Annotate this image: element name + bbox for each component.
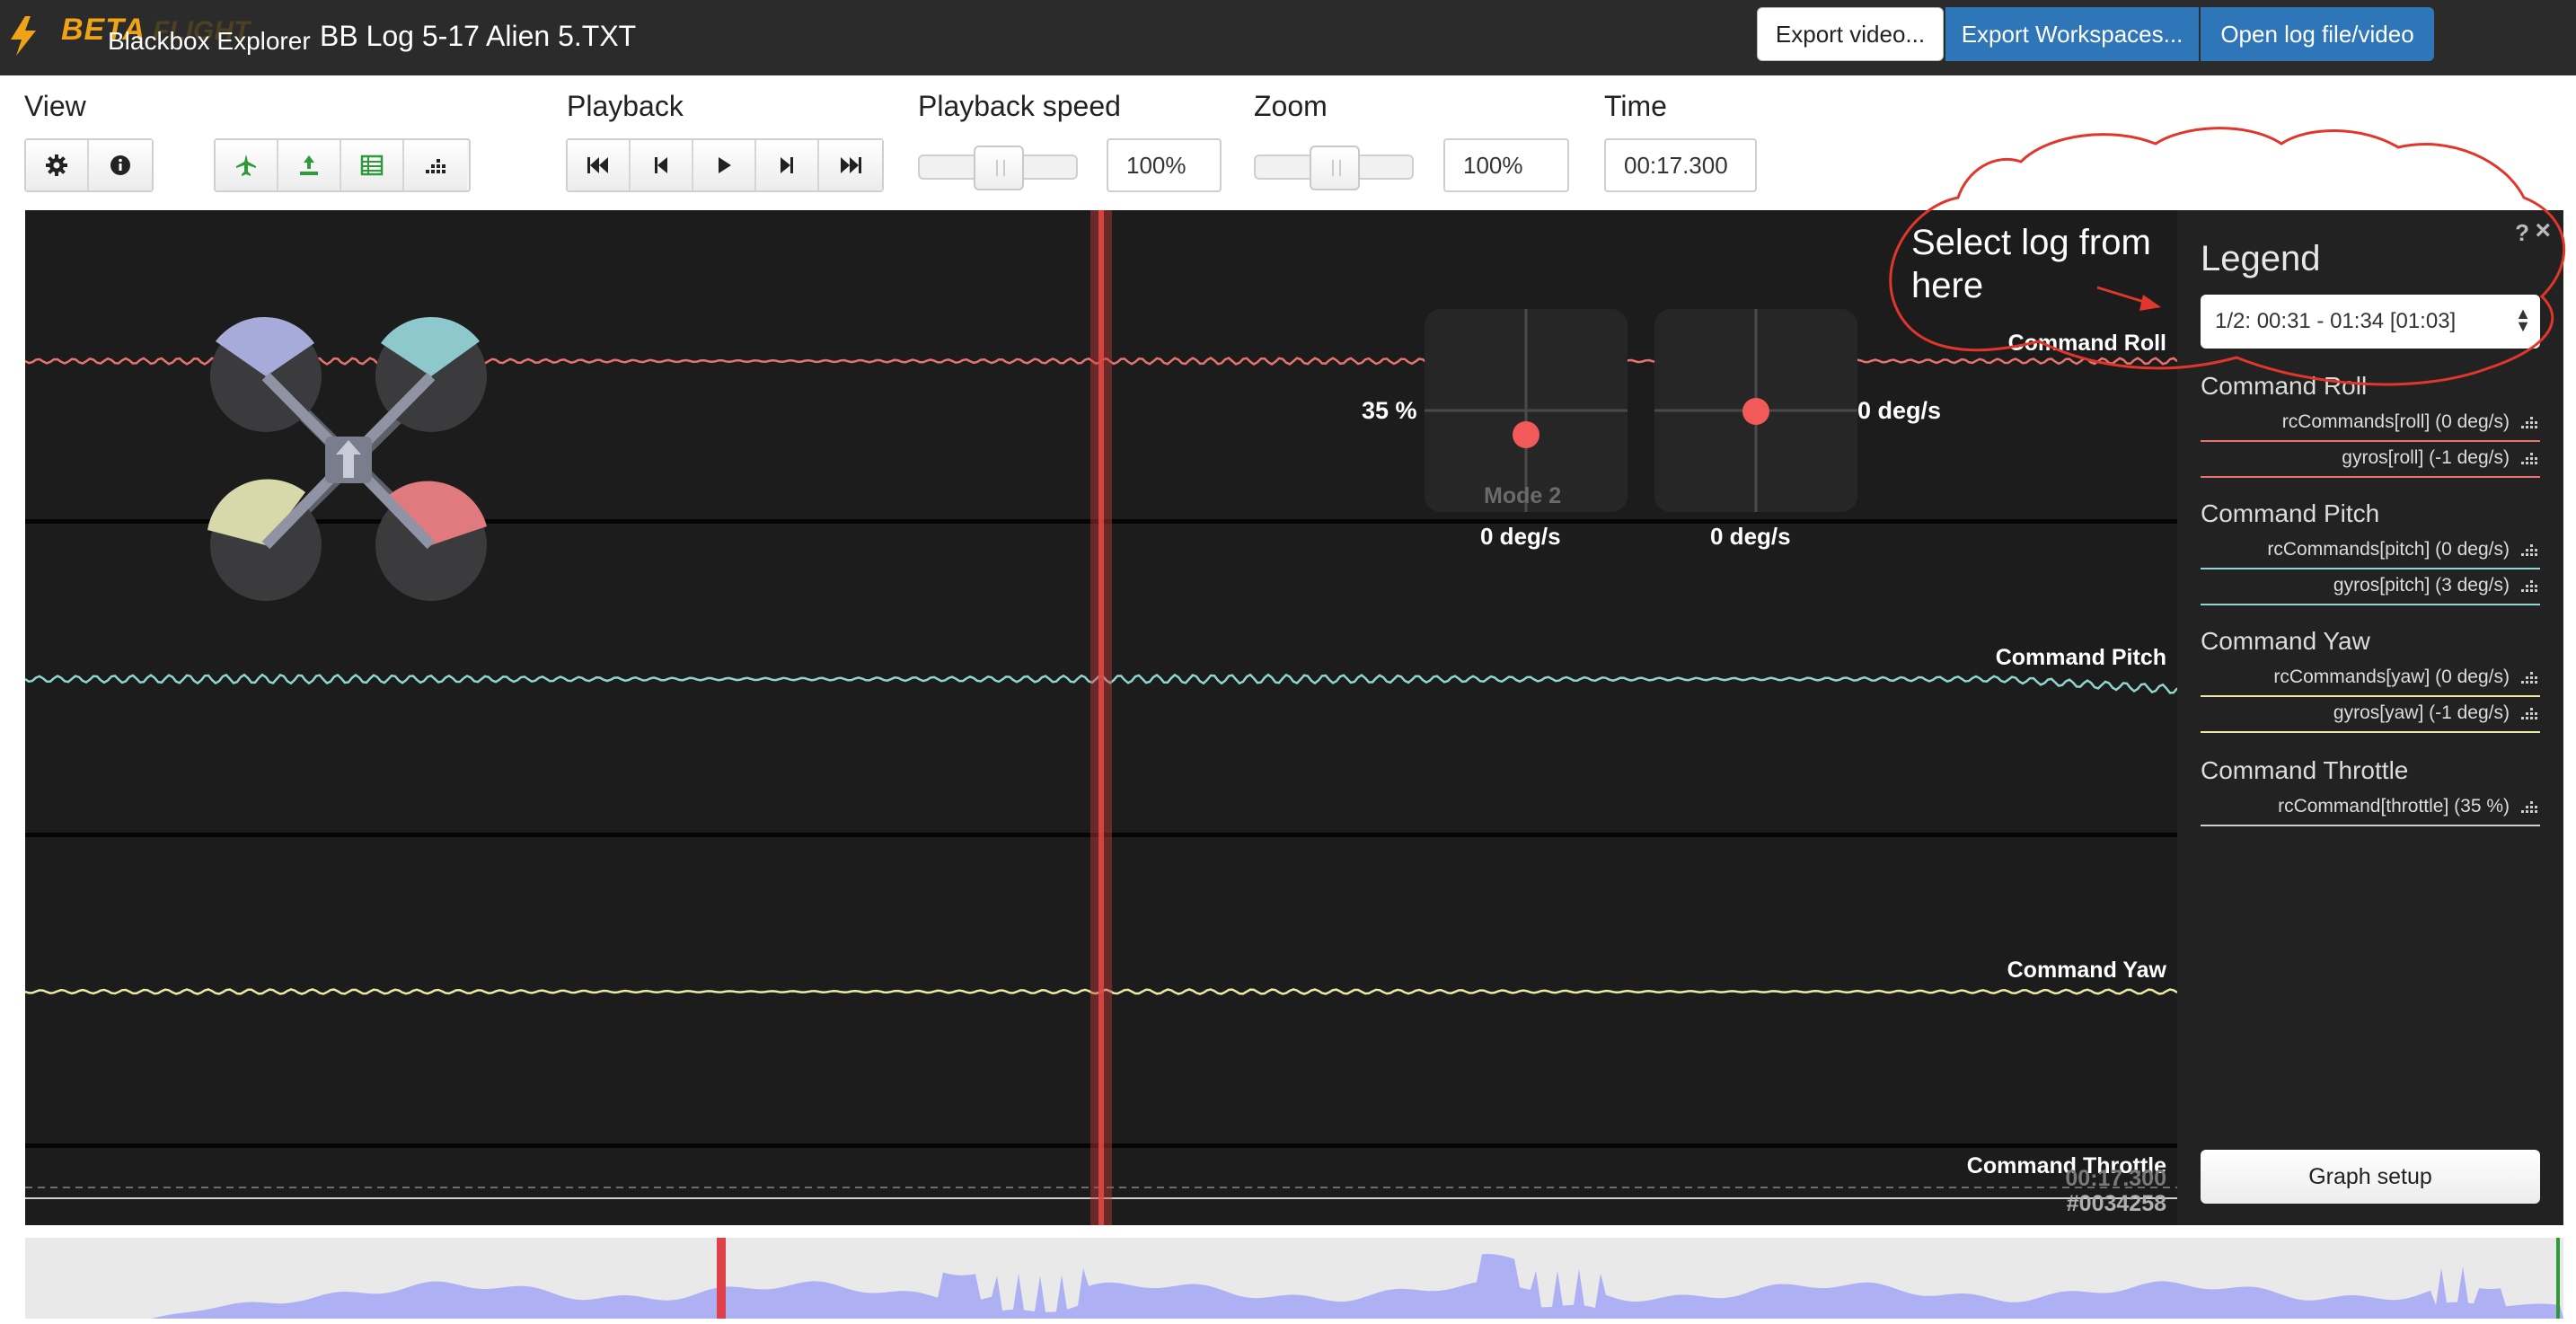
export-workspaces-button[interactable]: Export Workspaces... <box>1945 7 2199 61</box>
graph-frame-overlay: #0034258 <box>2066 1191 2166 1216</box>
time-label: Time <box>1604 90 1667 122</box>
step-back-icon <box>655 157 667 173</box>
legend-item[interactable]: rcCommands[pitch] (0 deg/s) <box>2201 534 2540 569</box>
playback-speed-label: Playback speed <box>918 90 1121 122</box>
legend-item[interactable]: gyros[pitch] (3 deg/s) <box>2201 569 2540 605</box>
zoom-label: Zoom <box>1254 90 1328 122</box>
play-button[interactable] <box>693 140 756 190</box>
quad-craft-diagram <box>207 316 487 601</box>
graph-plot <box>25 210 2177 1225</box>
annotation-text: Select log from here <box>1911 223 2151 305</box>
upload-icon <box>300 155 318 175</box>
open-log-button[interactable]: Open log file/video <box>2201 7 2434 61</box>
timeline-cursor[interactable] <box>717 1238 726 1319</box>
table-icon <box>360 154 384 176</box>
info-button[interactable] <box>89 140 152 190</box>
legend-item-label: rcCommands[roll] (0 deg/s) <box>2281 411 2510 432</box>
export-video-button[interactable]: Export video... <box>1757 7 1944 61</box>
analyser-icon[interactable] <box>2520 577 2538 595</box>
graph-setup-button[interactable]: Graph setup <box>2201 1150 2540 1204</box>
graph-label-pitch: Command Pitch <box>1995 645 2166 670</box>
legend-item[interactable]: rcCommand[throttle] (35 %) <box>2201 790 2540 826</box>
left-stick-box <box>1425 309 1628 512</box>
betaflight-logo-icon <box>11 16 36 56</box>
legend-group-throttle[interactable]: Command Throttle <box>2201 756 2408 785</box>
graph-label-yaw: Command Yaw <box>2007 958 2166 983</box>
craft-toggle-button[interactable] <box>216 140 278 190</box>
sticks-toggle-button[interactable] <box>278 140 341 190</box>
legend-item[interactable]: rcCommands[yaw] (0 deg/s) <box>2201 661 2540 697</box>
step-forward-icon <box>781 157 793 173</box>
playback-speed-slider[interactable] <box>918 146 1078 190</box>
left-stick-yaw-label: 0 deg/s <box>1480 523 1561 550</box>
info-icon <box>110 155 130 175</box>
zoom-slider-handle[interactable] <box>1310 146 1360 190</box>
top-bar: FLIGHT BETA Blackbox Explorer BB Log 5-1… <box>0 0 2576 75</box>
right-stick-position <box>1742 398 1769 425</box>
right-stick-pitch-label: 0 deg/s <box>1710 523 1791 550</box>
jump-end-button[interactable] <box>819 140 882 190</box>
legend-item-label: rcCommand[throttle] (35 %) <box>2278 796 2510 816</box>
step-forward-button[interactable] <box>756 140 819 190</box>
playback-button-group <box>566 138 884 192</box>
view-toggle-group <box>214 138 471 192</box>
step-back-button[interactable] <box>631 140 693 190</box>
settings-button[interactable] <box>26 140 89 190</box>
right-stick-box <box>1654 309 1857 512</box>
legend-item[interactable]: gyros[yaw] (-1 deg/s) <box>2201 697 2540 733</box>
legend-item[interactable]: gyros[roll] (-1 deg/s) <box>2201 442 2540 478</box>
skip-end-icon <box>841 157 861 173</box>
legend-item-label: rcCommands[yaw] (0 deg/s) <box>2273 666 2510 687</box>
timeline-chart <box>25 1238 2563 1319</box>
playback-cursor[interactable] <box>1098 210 1104 1225</box>
playback-speed-input[interactable]: 100% <box>1107 138 1222 192</box>
playback-label: Playback <box>567 90 684 122</box>
timeline-end-marker <box>2556 1238 2560 1319</box>
graph-time-overlay: 00:17.300 <box>2065 1166 2166 1191</box>
log-graph-canvas[interactable]: 35 % Mode 2 0 deg/s 0 deg/s 0 deg/s Comm… <box>25 210 2177 1225</box>
legend-item-label: gyros[roll] (-1 deg/s) <box>2342 447 2510 468</box>
jump-start-button[interactable] <box>568 140 631 190</box>
gear-icon <box>46 154 67 176</box>
timeline-activity-fill <box>25 1254 2563 1319</box>
play-icon <box>719 157 731 173</box>
analyser-toggle-button[interactable] <box>404 140 467 190</box>
table-toggle-button[interactable] <box>341 140 404 190</box>
analyser-icon[interactable] <box>2520 449 2538 467</box>
playback-speed-slider-handle[interactable] <box>974 146 1024 190</box>
histogram-icon <box>426 159 446 173</box>
zoom-slider[interactable] <box>1254 146 1414 190</box>
analyser-icon[interactable] <box>2520 668 2538 686</box>
left-stick-throttle-label: 35 % <box>1362 397 1417 424</box>
legend-group-pitch[interactable]: Command Pitch <box>2201 499 2379 528</box>
zoom-input[interactable]: 100% <box>1443 138 1569 192</box>
legend-item-label: rcCommands[pitch] (0 deg/s) <box>2267 539 2510 560</box>
aircraft-icon <box>236 154 256 176</box>
analyser-icon[interactable] <box>2520 413 2538 431</box>
view-label: View <box>24 90 86 122</box>
app-subtitle: Blackbox Explorer <box>108 27 311 55</box>
legend-item-label: gyros[pitch] (3 deg/s) <box>2333 575 2510 596</box>
time-input[interactable]: 00:17.300 <box>1604 138 1757 192</box>
analyser-icon[interactable] <box>2520 798 2538 816</box>
skip-start-icon <box>587 157 608 173</box>
timeline-overview[interactable] <box>25 1238 2563 1319</box>
stick-mode-label: Mode 2 <box>1484 483 1562 508</box>
view-button-group <box>24 138 154 192</box>
log-file-title: BB Log 5-17 Alien 5.TXT <box>320 20 637 52</box>
analyser-icon[interactable] <box>2520 704 2538 722</box>
legend-item-label: gyros[yaw] (-1 deg/s) <box>2333 702 2510 723</box>
left-stick-position <box>1513 421 1539 448</box>
analyser-icon[interactable] <box>2520 541 2538 559</box>
legend-group-yaw[interactable]: Command Yaw <box>2201 627 2370 656</box>
